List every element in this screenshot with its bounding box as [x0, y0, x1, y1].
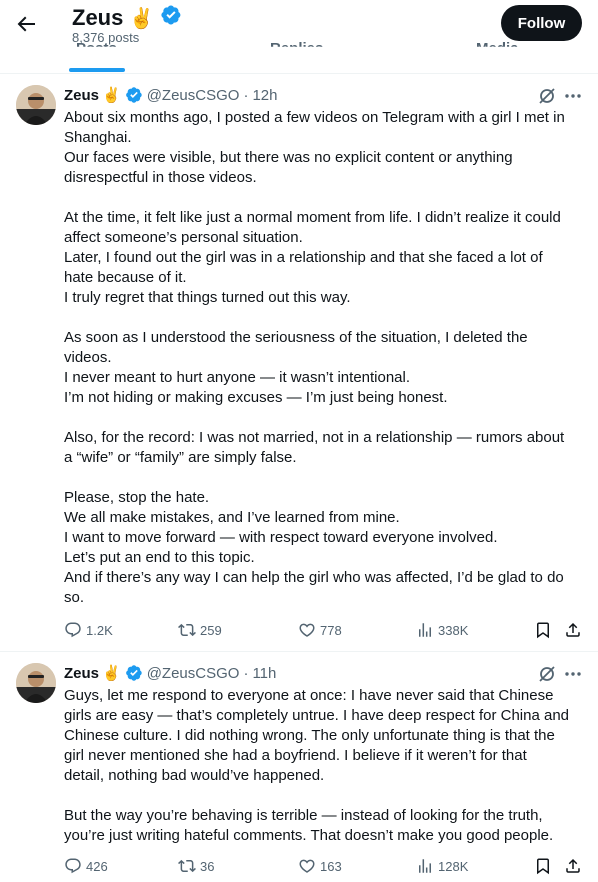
tweet-text: About six months ago, I posted a few vid…: [64, 108, 586, 608]
victory-emoji-icon: ✌️: [102, 665, 121, 682]
tweet-text-line: Also, for the record: I was not married,…: [64, 429, 565, 446]
tweet-text-line: detail, nothing bad would’ve happened.: [64, 767, 325, 784]
tweet-text: Guys, let me respond to everyone at once…: [64, 686, 586, 846]
repost-count: 259: [200, 622, 222, 638]
tweet-text-line: girls are easy — that’s completely untru…: [64, 707, 569, 724]
tweet-text-line: affect someone’s personal situation.: [64, 229, 303, 246]
tweet[interactable]: Zeus ✌️ @ZeusCSGO · 11h Guys, let me res…: [0, 653, 598, 882]
tweet-text-line: Our faces were visible, but there was no…: [64, 149, 513, 166]
tweet-text-line: I never meant to hurt anyone — it wasn’t…: [64, 369, 411, 386]
tweet-timestamp[interactable]: 11h: [252, 665, 276, 682]
analytics-icon: [419, 623, 431, 637]
repost-button[interactable]: 259: [178, 621, 222, 639]
tweet-text-line: I truly regret that things turned out th…: [64, 289, 351, 306]
reply-icon: [65, 858, 81, 874]
share-icon: [566, 622, 580, 637]
like-count: 163: [320, 858, 342, 874]
reply-button[interactable]: 1.2K: [64, 621, 113, 639]
tweet-text-line: so.: [64, 589, 85, 606]
profile-name-text: Zeus: [72, 5, 124, 30]
bookmark-button[interactable]: [534, 857, 552, 875]
author-name[interactable]: Zeus: [64, 87, 99, 104]
bookmark-icon: [537, 858, 549, 875]
heart-icon: [299, 859, 315, 873]
views-button[interactable]: 128K: [416, 857, 468, 875]
tweet-actions: 426 36 163 128K: [64, 857, 586, 877]
view-count: 338K: [438, 622, 469, 638]
profile-header: Zeus ✌️ 8,376 posts Follow Posts Replies…: [0, 0, 598, 74]
verified-badge-icon: [160, 4, 182, 32]
reply-count: 426: [86, 858, 108, 874]
repost-button[interactable]: 36: [178, 857, 214, 875]
views-button[interactable]: 338K: [416, 621, 468, 639]
repost-icon: [178, 859, 196, 873]
tweet-text-line: Later, I found out the girl was in a rel…: [64, 249, 543, 266]
author-handle[interactable]: @ZeusCSGO: [147, 665, 240, 682]
avatar[interactable]: [16, 85, 56, 125]
tweet-text-line: I want to move forward — with respect to…: [64, 529, 498, 546]
like-button[interactable]: 163: [298, 857, 342, 875]
tweet-text-line: Guys, let me respond to everyone at once…: [64, 687, 554, 704]
reply-icon: [65, 622, 81, 638]
tweet-text-line: a “wife” or “family” are simply false.: [64, 449, 297, 466]
follow-button[interactable]: Follow: [501, 5, 582, 41]
separator-dot: ·: [243, 86, 249, 104]
tab-posts[interactable]: Posts: [76, 40, 117, 47]
tab-media[interactable]: Media: [476, 40, 519, 47]
verified-badge-icon: [125, 86, 143, 104]
like-count: 778: [320, 622, 342, 638]
tweet-header: Zeus ✌️ @ZeusCSGO · 12h: [64, 86, 277, 105]
separator-dot: ·: [243, 664, 249, 682]
bookmark-icon: [537, 622, 549, 639]
like-button[interactable]: 778: [298, 621, 342, 639]
repost-icon: [178, 623, 196, 637]
view-count: 128K: [438, 858, 469, 874]
tweet-text-line: hate because of it.: [64, 269, 187, 286]
share-icon: [566, 858, 580, 873]
share-button[interactable]: [564, 857, 582, 875]
reply-count: 1.2K: [86, 622, 113, 638]
tweet-text-line: As soon as I understood the seriousness …: [64, 329, 528, 346]
victory-emoji-icon: ✌️: [102, 87, 121, 104]
tweet-text-line: Please, stop the hate.: [64, 489, 210, 506]
tweet-header: Zeus ✌️ @ZeusCSGO · 11h: [64, 664, 276, 683]
tweet[interactable]: Zeus ✌️ @ZeusCSGO · 12h About six months…: [0, 75, 598, 652]
tweet-text-line: girl never mentioned she had a boyfriend…: [64, 747, 527, 764]
tweet-text-line: We all make mistakes, and I’ve learned f…: [64, 509, 400, 526]
share-button[interactable]: [564, 621, 582, 639]
repost-count: 36: [200, 858, 215, 874]
profile-name: Zeus ✌️: [72, 4, 182, 32]
tweet-text-line: videos.: [64, 349, 112, 366]
author-handle[interactable]: @ZeusCSGO: [147, 87, 240, 104]
bookmark-button[interactable]: [534, 621, 552, 639]
tweet-text-line: At the time, it felt like just a normal …: [64, 209, 561, 226]
tweet-text-line: About six months ago, I posted a few vid…: [64, 109, 565, 126]
active-tab-indicator: [69, 68, 125, 72]
tweet-text-line: Chinese culture. I did nothing wrong. Th…: [64, 727, 555, 744]
tweet-text-line: Let’s put an end to this topic.: [64, 549, 255, 566]
avatar[interactable]: [16, 663, 56, 703]
analytics-icon: [419, 859, 431, 873]
verified-badge-icon: [125, 664, 143, 682]
back-arrow-icon[interactable]: [14, 12, 38, 36]
tweet-text-line: But the way you’re behaving is terrible …: [64, 807, 543, 824]
tweet-text-line: Shanghai.: [64, 129, 132, 146]
reply-button[interactable]: 426: [64, 857, 108, 875]
tweet-actions: 1.2K 259 778 338K: [64, 621, 586, 641]
tweet-text-line: disrespectful in those videos.: [64, 169, 257, 186]
tab-replies[interactable]: Replies: [270, 40, 323, 47]
tweet-text-line: And if there’s any way I can help the gi…: [64, 569, 564, 586]
victory-emoji-icon: ✌️: [129, 7, 155, 30]
tweet-text-line: you’re just writing hateful comments. Th…: [64, 827, 554, 844]
tweet-timestamp[interactable]: 12h: [252, 87, 277, 104]
author-name[interactable]: Zeus: [64, 665, 99, 682]
tweet-text-line: I’m not hiding or making excuses — I’m j…: [64, 389, 448, 406]
heart-icon: [299, 623, 315, 637]
